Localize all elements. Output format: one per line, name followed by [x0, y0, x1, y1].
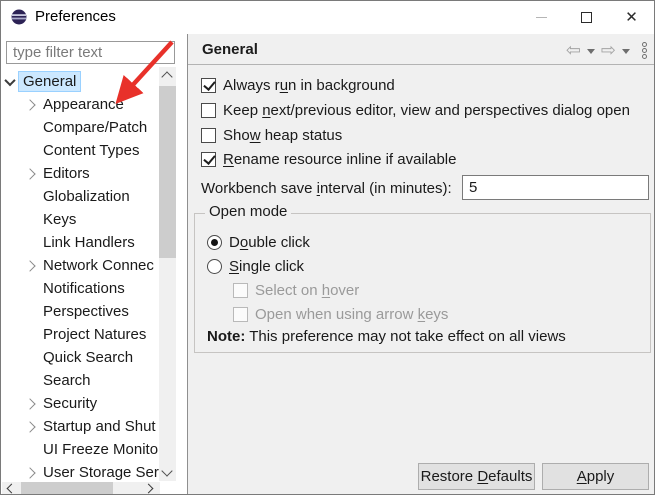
preferences-dialog: Preferences ✕ General Appearance Compare…	[0, 0, 655, 495]
scroll-right-icon[interactable]	[144, 484, 154, 494]
tree-item-editors[interactable]: Editors	[2, 162, 160, 185]
close-button[interactable]: ✕	[609, 1, 654, 33]
save-interval-label: Workbench save interval (in minutes):	[201, 180, 452, 197]
scroll-up-icon[interactable]	[161, 71, 172, 82]
tree-item-perspectives[interactable]: Perspectives	[2, 300, 160, 323]
chevron-right-icon[interactable]	[24, 168, 35, 179]
tree-vertical-scrollbar[interactable]	[159, 67, 176, 481]
tree-item-ui-freeze-monitoring[interactable]: UI Freeze Monito	[2, 438, 160, 461]
radio-single-click[interactable]: Single click	[207, 256, 304, 276]
save-interval-input[interactable]	[462, 175, 649, 200]
checkbox-rename-resource-inline[interactable]: Rename resource inline if available	[201, 149, 456, 169]
chevron-right-icon[interactable]	[24, 421, 35, 432]
preferences-sidebar: General Appearance Compare/Patch Content…	[2, 34, 187, 495]
filter-input[interactable]	[6, 41, 175, 64]
back-arrow-icon[interactable]: ⇦	[566, 41, 581, 59]
checkbox-checked-icon[interactable]	[201, 78, 216, 93]
close-icon: ✕	[625, 10, 638, 25]
tree-item-compare-patch[interactable]: Compare/Patch	[2, 116, 160, 139]
back-dropdown-icon[interactable]	[587, 49, 595, 54]
view-menu-icon[interactable]	[642, 42, 647, 59]
page-header: General ⇦ ⇨	[188, 34, 655, 65]
radio-double-click[interactable]: Double click	[207, 232, 310, 252]
vertical-scroll-thumb[interactable]	[159, 86, 176, 258]
title-bar[interactable]: Preferences ✕	[1, 1, 654, 34]
tree-item-security[interactable]: Security	[2, 392, 160, 415]
tree-item-project-natures[interactable]: Project Natures	[2, 323, 160, 346]
checkbox-open-when-using-arrow-keys: Open when using arrow keys	[233, 304, 448, 324]
open-mode-group: Open mode Double click Single click Sele…	[194, 213, 651, 353]
page-title: General	[202, 41, 258, 58]
checkbox-unchecked-icon[interactable]	[201, 128, 216, 143]
chevron-right-icon[interactable]	[24, 398, 35, 409]
eclipse-logo-icon	[11, 9, 27, 25]
tree-item-search[interactable]: Search	[2, 369, 160, 392]
tree-item-general[interactable]: General	[2, 70, 160, 93]
tree-item-quick-search[interactable]: Quick Search	[2, 346, 160, 369]
tree-horizontal-scrollbar[interactable]	[2, 482, 160, 495]
chevron-down-icon[interactable]	[4, 74, 15, 85]
checkbox-unchecked-icon[interactable]	[201, 103, 216, 118]
open-mode-legend: Open mode	[205, 203, 291, 220]
tree-item-content-types[interactable]: Content Types	[2, 139, 160, 162]
checkbox-disabled-icon	[233, 283, 248, 298]
tree-item-appearance[interactable]: Appearance	[2, 93, 160, 116]
preferences-tree: General Appearance Compare/Patch Content…	[2, 70, 160, 482]
note-text: Note: This preference may not take effec…	[207, 328, 566, 345]
tree-item-user-storage-service[interactable]: User Storage Ser	[2, 461, 160, 482]
checkbox-disabled-icon	[233, 307, 248, 322]
radio-unselected-icon[interactable]	[207, 259, 222, 274]
forward-dropdown-icon[interactable]	[622, 49, 630, 54]
checkbox-always-run-in-background[interactable]: Always run in background	[201, 75, 395, 95]
maximize-button[interactable]	[564, 1, 609, 33]
radio-selected-icon[interactable]	[207, 235, 222, 250]
checkbox-show-heap-status[interactable]: Show heap status	[201, 125, 342, 145]
tree-item-keys[interactable]: Keys	[2, 208, 160, 231]
checkbox-keep-next-previous-dialog-open[interactable]: Keep next/previous editor, view and pers…	[201, 100, 630, 120]
apply-button[interactable]: Apply	[542, 463, 649, 490]
minimize-button[interactable]	[519, 1, 564, 33]
restore-defaults-button[interactable]: Restore Defaults	[418, 463, 535, 490]
minimize-icon	[536, 17, 547, 18]
window-title: Preferences	[35, 8, 116, 25]
chevron-right-icon[interactable]	[24, 99, 35, 110]
scroll-left-icon[interactable]	[7, 484, 17, 494]
forward-arrow-icon[interactable]: ⇨	[601, 41, 616, 59]
horizontal-scroll-thumb[interactable]	[21, 482, 113, 495]
chevron-right-icon[interactable]	[24, 260, 35, 271]
checkbox-select-on-hover: Select on hover	[233, 280, 359, 300]
tree-item-network-connections[interactable]: Network Connec	[2, 254, 160, 277]
scroll-down-icon[interactable]	[161, 465, 172, 476]
chevron-right-icon[interactable]	[24, 467, 35, 478]
general-preferences-panel: General ⇦ ⇨ Always run in background Kee…	[188, 34, 655, 495]
maximize-icon	[581, 12, 592, 23]
tree-item-globalization[interactable]: Globalization	[2, 185, 160, 208]
tree-item-notifications[interactable]: Notifications	[2, 277, 160, 300]
tree-item-link-handlers[interactable]: Link Handlers	[2, 231, 160, 254]
checkbox-checked-icon[interactable]	[201, 152, 216, 167]
tree-item-startup-and-shutdown[interactable]: Startup and Shut	[2, 415, 160, 438]
